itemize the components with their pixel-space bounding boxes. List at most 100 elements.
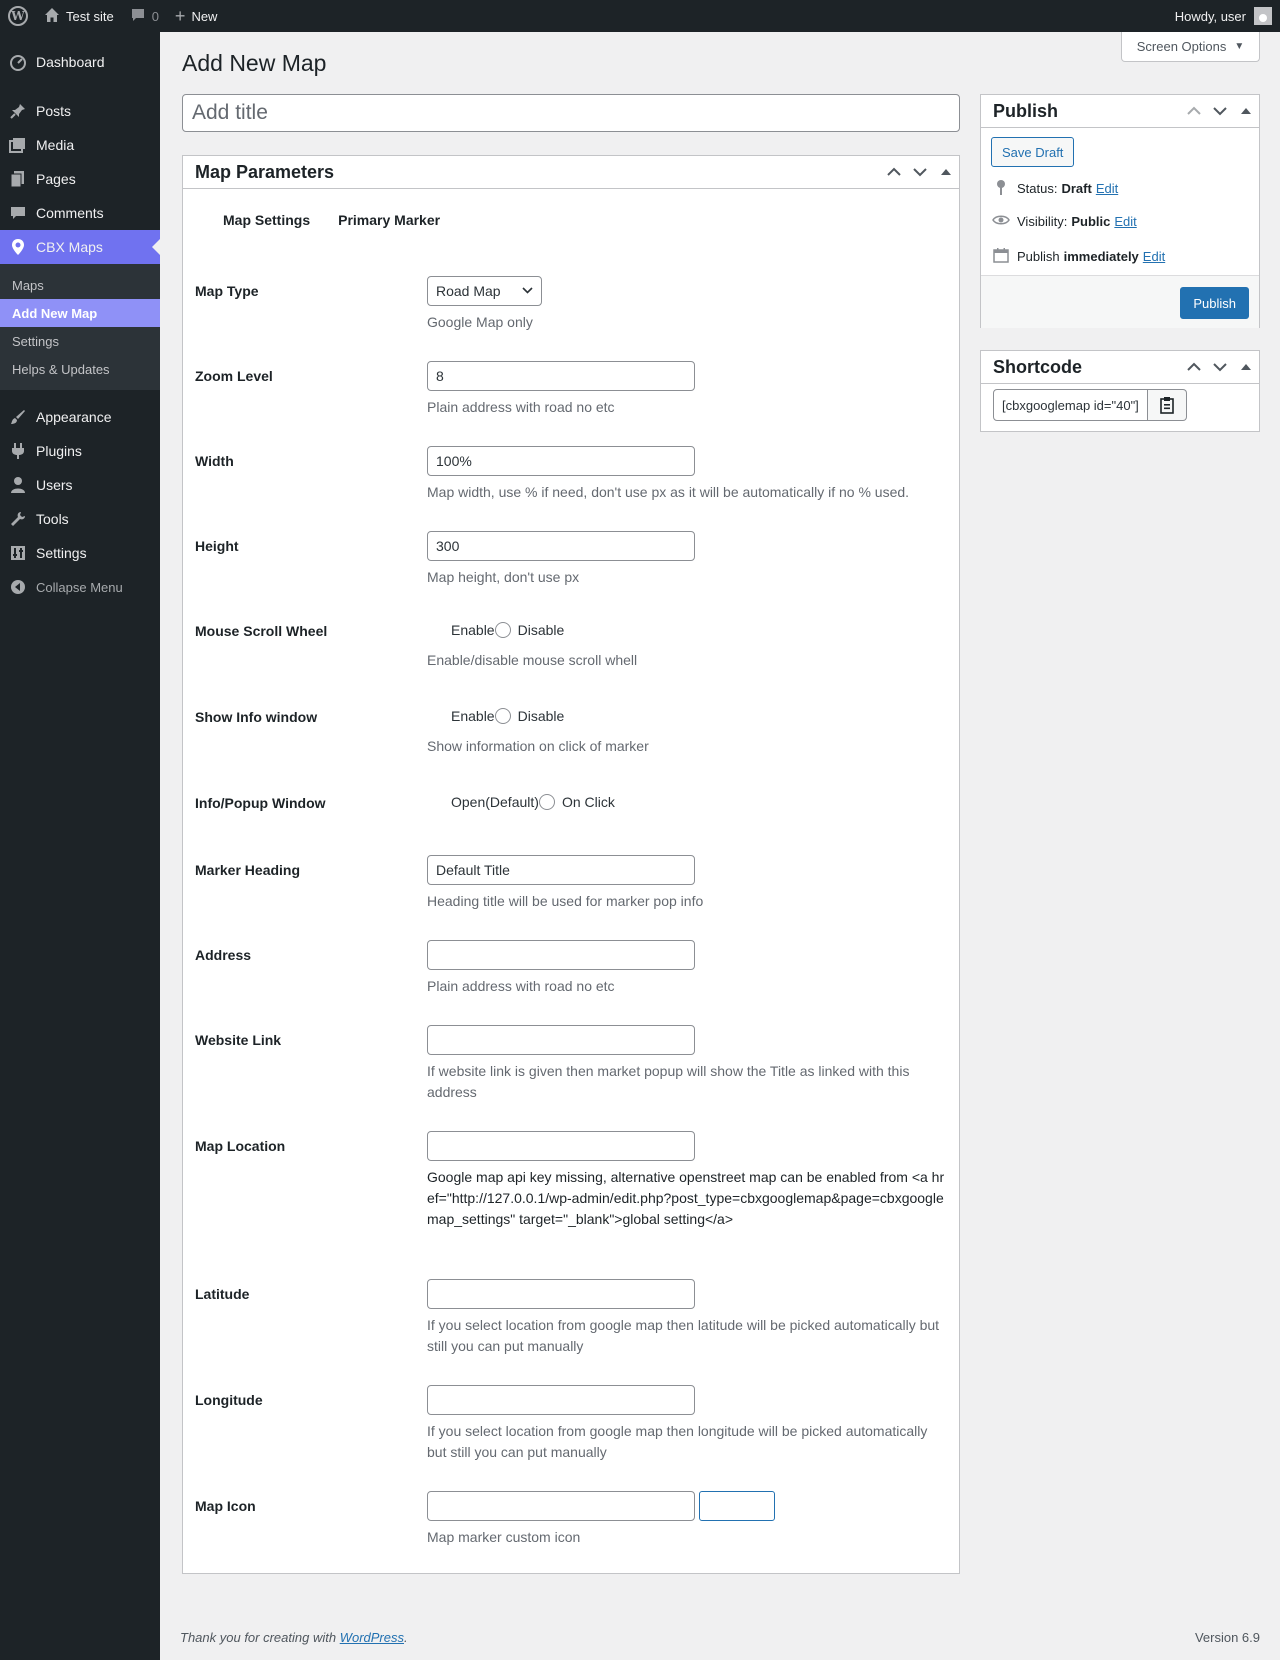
scroll-disable-radio[interactable] xyxy=(494,622,511,638)
map-location-input[interactable] xyxy=(427,1131,695,1161)
shortcode-heading: Shortcode xyxy=(993,356,1083,377)
status-label: Status: xyxy=(1017,181,1058,196)
scroll-enable-label[interactable]: Enable xyxy=(451,622,495,638)
sidebar-item-users[interactable]: Users xyxy=(0,468,160,502)
sidebar-item-appearance[interactable]: Appearance xyxy=(0,400,160,434)
popup-onclick-label[interactable]: On Click xyxy=(562,794,615,810)
popup-onclick-radio[interactable] xyxy=(538,794,555,810)
tab-primary-marker[interactable]: Primary Marker xyxy=(338,212,440,228)
status-edit-link[interactable]: Edit xyxy=(1096,181,1118,196)
mouse-scroll-label: Mouse Scroll Wheel xyxy=(195,623,328,639)
sidebar-item-label: Appearance xyxy=(36,409,112,425)
toggle-panel-icon[interactable] xyxy=(1233,351,1259,384)
map-icon-input[interactable] xyxy=(427,1491,695,1521)
wordpress-logo-button[interactable]: W xyxy=(0,0,36,32)
website-link-input[interactable] xyxy=(427,1025,695,1055)
save-draft-button[interactable]: Save Draft xyxy=(991,137,1075,167)
pin-icon xyxy=(8,101,28,121)
popup-window-label: Info/Popup Window xyxy=(195,795,326,811)
shortcode-input[interactable] xyxy=(993,389,1148,421)
caret-down-icon: ▼ xyxy=(1234,41,1245,52)
sidebar-item-pages[interactable]: Pages xyxy=(0,162,160,196)
height-input[interactable] xyxy=(427,531,695,561)
sidebar-item-label: Users xyxy=(36,477,73,493)
map-location-description: Google map api key missing, alternative … xyxy=(427,1169,945,1227)
move-up-icon[interactable] xyxy=(1181,95,1207,128)
info-enable-label[interactable]: Enable xyxy=(451,708,495,724)
publish-actions: Publish xyxy=(981,275,1259,328)
map-type-value: Road Map xyxy=(436,283,501,299)
collapse-menu-button[interactable]: Collapse Menu xyxy=(0,570,160,604)
map-type-select[interactable]: Road Map xyxy=(427,276,542,306)
site-name-link[interactable]: Test site xyxy=(36,0,122,32)
toggle-panel-icon[interactable] xyxy=(933,156,959,189)
avatar xyxy=(1254,7,1272,25)
sidebar-item-label: Posts xyxy=(36,103,72,119)
sidebar-item-posts[interactable]: Posts xyxy=(0,94,160,128)
media-icon xyxy=(8,135,28,155)
address-input[interactable] xyxy=(427,940,695,970)
move-down-icon[interactable] xyxy=(1207,95,1233,128)
new-content-link[interactable]: + New xyxy=(167,0,226,32)
map-type-description: Google Map only xyxy=(427,314,533,330)
wordpress-link[interactable]: WordPress xyxy=(340,1630,404,1645)
longitude-input[interactable] xyxy=(427,1385,695,1415)
plug-icon xyxy=(8,441,28,461)
submenu-item-maps[interactable]: Maps xyxy=(0,271,160,299)
move-down-icon[interactable] xyxy=(907,156,933,189)
width-input[interactable] xyxy=(427,446,695,476)
sidebar-item-comments[interactable]: Comments xyxy=(0,196,160,230)
scroll-disable-label[interactable]: Disable xyxy=(518,622,565,638)
marker-heading-input[interactable] xyxy=(427,855,695,885)
sidebar-item-cbx-maps[interactable]: CBX Maps xyxy=(0,230,160,264)
brush-icon xyxy=(8,407,28,427)
visibility-label: Visibility: xyxy=(1017,213,1068,229)
sidebar-item-plugins[interactable]: Plugins xyxy=(0,434,160,468)
status-value: Draft xyxy=(1061,181,1092,196)
clipboard-icon[interactable] xyxy=(1148,389,1187,421)
info-disable-label[interactable]: Disable xyxy=(518,708,565,724)
postbox-header: Map Parameters xyxy=(183,156,959,189)
publish-button[interactable]: Publish xyxy=(1180,287,1249,319)
mouse-scroll-description: Enable/disable mouse scroll whell xyxy=(427,652,638,668)
sidebar-item-tools[interactable]: Tools xyxy=(0,502,160,536)
sidebar-item-dashboard[interactable]: Dashboard xyxy=(0,44,160,80)
sidebar-item-settings[interactable]: Settings xyxy=(0,536,160,570)
show-info-label: Show Info window xyxy=(195,709,318,725)
info-disable-radio[interactable] xyxy=(494,708,511,724)
publish-date-edit-link[interactable]: Edit xyxy=(1143,249,1165,264)
website-link-label: Website Link xyxy=(195,1032,282,1048)
submenu-item-settings[interactable]: Settings xyxy=(0,327,160,355)
screen-options-button[interactable]: Screen Options ▼ xyxy=(1121,32,1260,62)
site-name: Test site xyxy=(66,8,114,24)
eye-icon xyxy=(991,213,1011,229)
latitude-input[interactable] xyxy=(427,1279,695,1309)
comments-link[interactable]: 0 xyxy=(122,0,167,32)
map-parameters-heading: Map Parameters xyxy=(195,161,335,182)
toggle-panel-icon[interactable] xyxy=(1233,95,1259,128)
marker-heading-description: Heading title will be used for marker po… xyxy=(427,893,704,909)
move-down-icon[interactable] xyxy=(1207,351,1233,384)
sidebar-item-media[interactable]: Media xyxy=(0,128,160,162)
submenu-item-helps-updates[interactable]: Helps & Updates xyxy=(0,355,160,383)
account-menu[interactable]: Howdy, user xyxy=(1167,0,1280,32)
popup-open-label[interactable]: Open(Default) xyxy=(451,794,539,810)
chevron-down-icon xyxy=(522,286,533,297)
move-up-icon[interactable] xyxy=(1181,351,1207,384)
map-icon-upload-button[interactable] xyxy=(699,1491,775,1521)
visibility-edit-link[interactable]: Edit xyxy=(1114,214,1136,229)
longitude-label: Longitude xyxy=(195,1392,263,1408)
submenu-item-add-new-map[interactable]: Add New Map xyxy=(0,299,160,327)
longitude-description: If you select location from google map t… xyxy=(427,1423,928,1460)
admin-sidebar: Dashboard Posts Media Pages Comments CBX… xyxy=(0,32,160,1660)
collapse-menu-label: Collapse Menu xyxy=(36,579,123,595)
dashboard-icon xyxy=(8,52,28,72)
tab-map-settings[interactable]: Map Settings xyxy=(223,212,310,228)
status-line: Status: Draft Edit xyxy=(991,179,1118,198)
width-description: Map width, use % if need, don't use px a… xyxy=(427,484,910,500)
zoom-level-input[interactable] xyxy=(427,361,695,391)
comments-count: 0 xyxy=(151,8,159,24)
move-up-icon[interactable] xyxy=(881,156,907,189)
post-title-input[interactable] xyxy=(182,94,960,132)
latitude-label: Latitude xyxy=(195,1286,250,1302)
